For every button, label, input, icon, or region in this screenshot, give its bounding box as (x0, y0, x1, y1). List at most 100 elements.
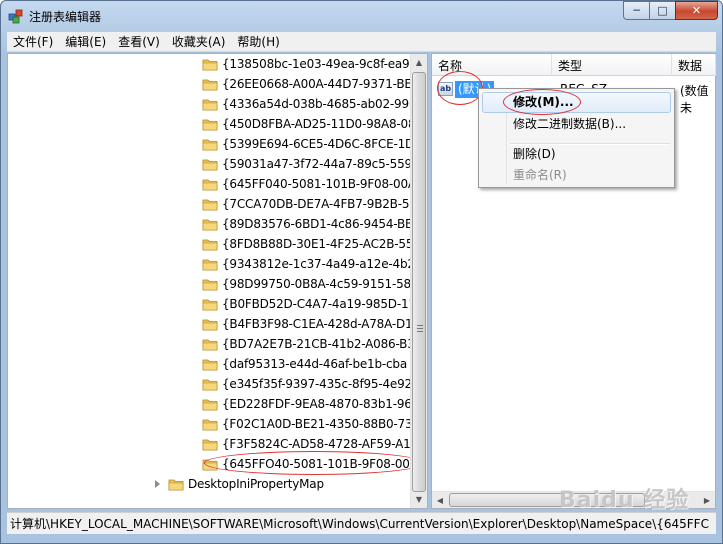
tree-item-label: {daf95313-e44d-46af-be1b-cba (222, 357, 408, 371)
scroll-up-icon[interactable]: ▲ (411, 54, 427, 71)
tree-item[interactable]: {5399E694-6CE5-4D6C-8FCE-1D (202, 134, 412, 154)
menu-edit[interactable]: 编辑(E) (59, 33, 112, 50)
column-type[interactable]: 类型 (552, 54, 672, 76)
tree-item[interactable]: {ED228FDF-9EA8-4870-83b1-96 (202, 394, 412, 414)
regedit-app-icon (8, 9, 23, 24)
tree-item-label: {4336a54d-038b-4685-ab02-99b (222, 97, 412, 111)
tree-item[interactable]: {BD7A2E7B-21CB-41b2-A086-B3 (202, 334, 412, 354)
tree-item-label: {BD7A2E7B-21CB-41b2-A086-B3 (222, 337, 412, 351)
menu-favorites[interactable]: 收藏夹(A) (166, 33, 232, 50)
tree-item[interactable]: {9343812e-1c37-4a49-a12e-4b2 (202, 254, 412, 274)
tree-item-label: {9343812e-1c37-4a49-a12e-4b2 (222, 257, 412, 271)
highlight-ring-new-key (204, 451, 424, 475)
tree-item-label: {F02C1A0D-BE21-4350-88B0-73 (222, 417, 412, 431)
menu-item-modify-binary[interactable]: 修改二进制数据(B)... (482, 114, 671, 135)
tree-item[interactable]: {138508bc-1e03-49ea-9c8f-ea9e (202, 54, 412, 74)
tree-item-label: {B0FBD52D-C4A7-4a19-985D-11 (222, 297, 412, 311)
tree-item[interactable]: {26EE0668-A00A-44D7-9371-BE (202, 74, 412, 94)
folder-icon (202, 279, 218, 290)
folder-icon (202, 159, 218, 170)
menu-view[interactable]: 查看(V) (112, 33, 166, 50)
expand-arrow-icon[interactable] (153, 479, 162, 489)
column-data[interactable]: 数据 (672, 54, 716, 76)
folder-icon (202, 119, 218, 130)
tree-item-label: DesktopIniPropertyMap (188, 477, 324, 491)
tree-item-label: {89D83576-6BD1-4c86-9454-BE (222, 217, 412, 231)
folder-icon (202, 419, 218, 430)
window-controls: ─ □ ✕ (623, 1, 718, 21)
highlight-ring-default (437, 71, 483, 105)
key-tree-pane[interactable]: DesktopIniPropertyMap {138508bc-1e03-49e… (7, 53, 428, 509)
tree-item[interactable]: {7CCA70DB-DE7A-4FB7-9B2B-52 (202, 194, 412, 214)
highlight-ring-modify (503, 89, 581, 115)
tree-item-label: {e345f35f-9397-435c-8f95-4e92 (222, 377, 412, 391)
tree-item[interactable]: {4336a54d-038b-4685-ab02-99b (202, 94, 412, 114)
regedit-window: 注册表编辑器 ─ □ ✕ 文件(F) 编辑(E) 查看(V) 收藏夹(A) 帮助… (0, 0, 723, 544)
tree-item-label: {645FF040-5081-101B-9F08-00A (222, 177, 412, 191)
folder-icon (202, 199, 218, 210)
maximize-button[interactable]: □ (649, 1, 675, 20)
menu-bar: 文件(F) 编辑(E) 查看(V) 收藏夹(A) 帮助(H) (7, 32, 716, 52)
folder-icon (202, 379, 218, 390)
status-path: 计算机\HKEY_LOCAL_MACHINE\SOFTWARE\Microsof… (10, 517, 709, 531)
tree-item-label: {5399E694-6CE5-4D6C-8FCE-1D (222, 137, 412, 151)
menu-item-rename: 重命名(R) (513, 168, 567, 182)
maximize-icon: □ (657, 4, 668, 17)
tree-item-label: {8FD8B88D-30E1-4F25-AC2B-55 (222, 237, 412, 251)
folder-icon (202, 359, 218, 370)
folder-icon (168, 479, 184, 490)
folder-icon (202, 219, 218, 230)
scroll-down-icon[interactable]: ▼ (411, 491, 427, 508)
folder-icon (202, 79, 218, 90)
folder-icon (202, 59, 218, 70)
tree-item-label: {59031a47-3f72-44a7-89c5-5595 (222, 157, 412, 171)
menu-help[interactable]: 帮助(H) (231, 33, 285, 50)
folder-icon (202, 319, 218, 330)
folder-icon (202, 139, 218, 150)
tree-item-label: {98D99750-0B8A-4c59-9151-589 (222, 277, 412, 291)
folder-icon (202, 299, 218, 310)
tree-item[interactable]: {daf95313-e44d-46af-be1b-cba (202, 354, 412, 374)
minimize-button[interactable]: ─ (623, 1, 649, 20)
tree-item[interactable]: {98D99750-0B8A-4c59-9151-589 (202, 274, 412, 294)
tree-item-label: {ED228FDF-9EA8-4870-83b1-96 (222, 397, 412, 411)
tree-item-label: {138508bc-1e03-49ea-9c8f-ea9e (222, 57, 412, 71)
values-header: 名称 类型 数据 (432, 54, 716, 76)
tree-vertical-scrollbar[interactable]: ▲ ▼ (410, 54, 427, 508)
tree-item[interactable]: {450D8FBA-AD25-11D0-98A8-08 (202, 114, 412, 134)
status-bar: 计算机\HKEY_LOCAL_MACHINE\SOFTWARE\Microsof… (7, 512, 716, 534)
tree-item[interactable]: {59031a47-3f72-44a7-89c5-5595 (202, 154, 412, 174)
tree-item[interactable]: {B0FBD52D-C4A7-4a19-985D-11 (202, 294, 412, 314)
tree-item-label: {7CCA70DB-DE7A-4FB7-9B2B-52 (222, 197, 412, 211)
tree-item[interactable]: {8FD8B88D-30E1-4F25-AC2B-55 (202, 234, 412, 254)
tree-item[interactable]: {e345f35f-9397-435c-8f95-4e92 (202, 374, 412, 394)
value-data: (数值未 (680, 84, 709, 115)
folder-icon (202, 99, 218, 110)
folder-icon (202, 339, 218, 350)
tree-item[interactable]: {645FF040-5081-101B-9F08-00A (202, 174, 412, 194)
close-button[interactable]: ✕ (675, 1, 718, 20)
tree-item-desktopinipropertymap[interactable]: DesktopIniPropertyMap (153, 474, 412, 494)
scroll-thumb[interactable] (412, 72, 426, 492)
folder-icon (202, 399, 218, 410)
scroll-right-icon[interactable]: ▶ (699, 492, 715, 508)
tree-item-label: {26EE0668-A00A-44D7-9371-BE (222, 77, 412, 91)
scroll-left-icon[interactable]: ◀ (432, 492, 448, 508)
tree-item-label: {F3F5824C-AD58-4728-AF59-A1E (222, 437, 412, 451)
title-bar[interactable]: 注册表编辑器 ─ □ ✕ (1, 1, 722, 31)
key-tree: DesktopIniPropertyMap {138508bc-1e03-49e… (8, 54, 412, 508)
menu-file[interactable]: 文件(F) (7, 33, 59, 50)
minimize-icon: ─ (633, 4, 640, 17)
tree-item[interactable]: {89D83576-6BD1-4c86-9454-BE (202, 214, 412, 234)
grip-icon (417, 325, 423, 332)
folder-icon (202, 239, 218, 250)
tree-item-label: {450D8FBA-AD25-11D0-98A8-08 (222, 117, 412, 131)
tree-item-label: {B4FB3F98-C1EA-428d-A78A-D1 (222, 317, 412, 331)
window-title: 注册表编辑器 (29, 10, 102, 24)
folder-icon (202, 179, 218, 190)
folder-icon (202, 259, 218, 270)
tree-item[interactable]: {B4FB3F98-C1EA-428d-A78A-D1 (202, 314, 412, 334)
baidu-watermark: Baidu 经验 (559, 488, 690, 513)
tree-item[interactable]: {F02C1A0D-BE21-4350-88B0-73 (202, 414, 412, 434)
menu-item-delete[interactable]: 删除(D) (482, 144, 671, 165)
